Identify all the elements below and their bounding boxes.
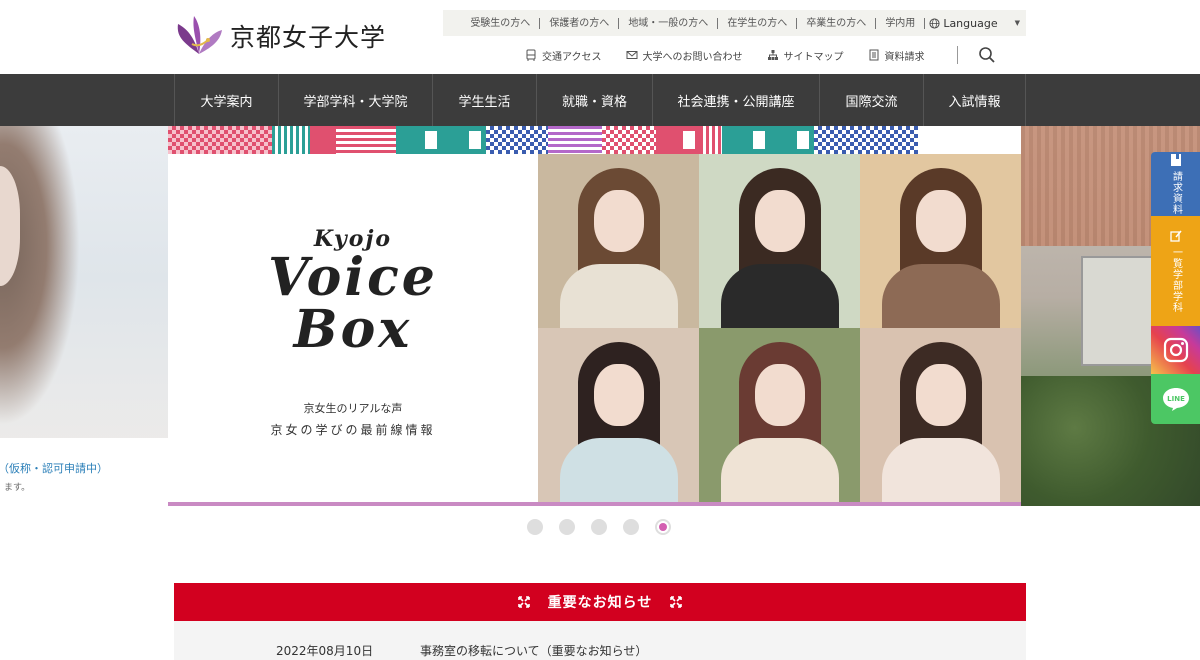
mail-icon [626,51,637,59]
sub-nav: 交通アクセス 大学へのお問い合わせ サイトマップ 資料請求 [525,46,996,64]
student-photo [860,328,1021,502]
floating-side-buttons: 請求資料 一覧学部学科 LINE [1151,152,1200,424]
student-photo-grid [538,154,1021,502]
nav-item-campus-life[interactable]: 学生生活 [433,74,537,126]
sitemap-label: サイトマップ [783,51,844,63]
access-label: 交通アクセス [542,51,602,63]
hero-carousel: （仮称・認可申請中） ます。 Kyojo Voice Box 京女生のリアルな声… [0,126,1200,506]
student-photo [699,154,860,328]
slide-subtitle-1: 京女生のリアルな声 [303,402,403,415]
expand-icon [517,596,530,608]
logo-text: 京都女子大学 [230,23,387,52]
faculty-list-button[interactable]: 一覧学部学科 [1151,216,1200,326]
nav-item-international[interactable]: 国際交流 [820,74,924,126]
faculty-list-label: 一覧学部学科 [1170,247,1182,313]
important-notice-header: 重要なお知らせ [174,583,1026,621]
line-button[interactable]: LINE [1151,374,1200,424]
search-icon[interactable] [978,46,996,64]
nav-item-faculties[interactable]: 学部学科・大学院 [279,74,433,126]
language-label: Language [943,16,998,30]
prev-caption-line-1: （仮称・認可申請中） [0,462,108,475]
notice-list: 2022年08月10日 事務室の移転について（重要なお知らせ） [174,621,1026,660]
document-icon [869,49,878,61]
util-link-students[interactable]: 在学生の方へ [718,17,798,29]
prev-slide-preview[interactable]: （仮称・認可申請中） ます。 [0,126,168,506]
contact-link[interactable]: 大学へのお問い合わせ [626,48,743,63]
nav-item-career[interactable]: 就職・資格 [537,74,653,126]
bus-icon [526,49,536,61]
line-icon: LINE [1162,388,1189,411]
student-photo [538,154,699,328]
global-nav: 大学案内 学部学科・大学院 学生生活 就職・資格 社会連携・公開講座 国際交流 … [0,74,1200,126]
student-photo [860,154,1021,328]
site-header: 京都女子大学 受験生の方へ 保護者の方へ 地域・一般の方へ 在学生の方へ 卒業生… [0,0,1200,74]
util-link-community[interactable]: 地域・一般の方へ [619,17,719,29]
carousel-pagination [527,519,671,535]
voice-box-title: Kyojo Voice Box [168,226,538,356]
sitemap-icon [767,50,778,60]
slide-subtitle-2: 京女の学びの最前線情報 [270,423,436,437]
notice-link[interactable]: 事務室の移転について（重要なお知らせ） [420,642,647,659]
prev-slide-caption: （仮称・認可申請中） ます。 [0,438,168,506]
sitemap-link[interactable]: サイトマップ [767,48,844,63]
carousel-dot[interactable] [623,519,639,535]
site-logo[interactable]: 京都女子大学 [172,14,386,58]
nav-item-about[interactable]: 大学案内 [175,74,279,126]
language-selector[interactable]: Language ▼ [925,17,1020,30]
title-box: Box [293,299,413,360]
decorative-pattern [168,126,1021,154]
student-photo [538,328,699,502]
brochure-request-button[interactable]: 請求資料 [1151,152,1200,216]
line-icon-label: LINE [1167,395,1185,403]
book-icon [1170,154,1181,166]
contact-label: 大学へのお問い合わせ [642,51,743,63]
util-link-internal[interactable]: 学内用 [876,17,926,29]
student-photo [699,328,860,502]
carousel-dot[interactable] [527,519,543,535]
caret-down-icon: ▼ [1014,19,1020,27]
util-link-alumni[interactable]: 卒業生の方へ [797,17,877,29]
logo-mark-icon [177,16,222,54]
brochure-link[interactable]: 資料請求 [868,48,925,63]
util-link-applicants[interactable]: 受験生の方へ [461,17,541,29]
nav-item-community[interactable]: 社会連携・公開講座 [653,74,820,126]
carousel-dot[interactable] [559,519,575,535]
expand-icon [670,596,683,608]
pencil-icon [1169,230,1182,242]
instagram-icon [1163,337,1188,363]
nav-item-admissions[interactable]: 入試情報 [924,74,1026,126]
prev-caption-line-2: ます。 [4,483,31,493]
util-link-parents[interactable]: 保護者の方へ [540,17,620,29]
access-link[interactable]: 交通アクセス [525,48,602,63]
globe-icon [929,17,940,29]
title-voice: Voice [268,247,438,308]
divider [956,46,958,64]
active-slide[interactable]: Kyojo Voice Box 京女生のリアルな声 京女の学びの最前線情報 [168,126,1021,506]
carousel-dot-active[interactable] [655,519,671,535]
notice-date: 2022年08月10日 [276,644,374,658]
carousel-dot[interactable] [591,519,607,535]
utility-nav: 受験生の方へ 保護者の方へ 地域・一般の方へ 在学生の方へ 卒業生の方へ 学内用… [443,10,1026,36]
instagram-button[interactable] [1151,326,1200,374]
brochure-request-label: 請求資料 [1170,171,1182,215]
brochure-label: 資料請求 [884,51,925,63]
notice-title: 重要なお知らせ [547,595,653,611]
